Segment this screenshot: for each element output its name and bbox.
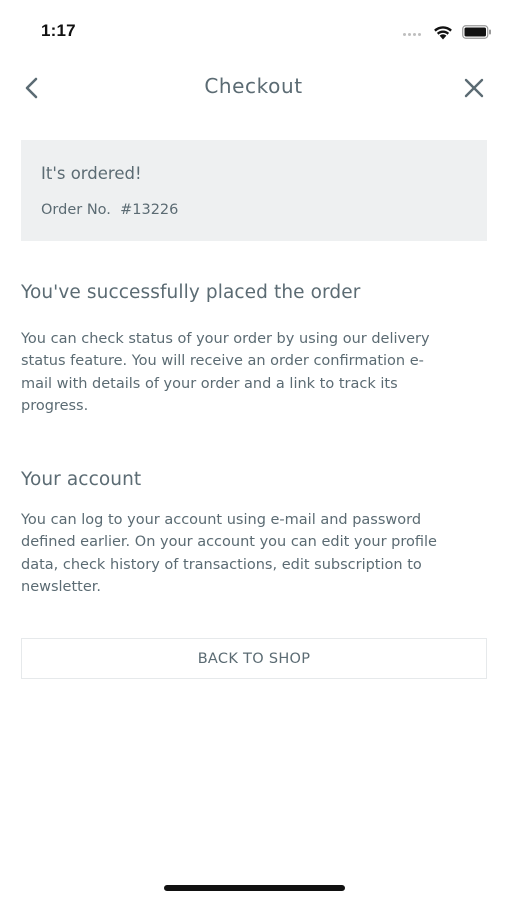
battery-icon xyxy=(462,25,491,39)
success-section-body: You can check status of your order by us… xyxy=(21,328,481,417)
success-section-title: You've successfully placed the order xyxy=(21,282,361,303)
account-body-line: data, check history of transactions, edi… xyxy=(21,556,422,573)
success-body-line: mail with details of your order and a li… xyxy=(21,375,398,392)
order-number-value: #13226 xyxy=(120,202,179,218)
status-bar: 1:17 xyxy=(0,0,507,54)
order-number-label: Order No. xyxy=(41,202,111,218)
account-body-line: newsletter. xyxy=(21,578,102,595)
cellular-signal-icon xyxy=(403,33,421,36)
wifi-icon xyxy=(434,26,452,40)
account-section-title: Your account xyxy=(21,469,142,490)
account-body-line: You can log to your account using e-mail… xyxy=(21,512,422,528)
order-confirmation-heading: It's ordered! xyxy=(41,164,142,183)
close-button[interactable] xyxy=(458,72,490,104)
account-section-body: You can log to your account using e-mail… xyxy=(21,509,481,598)
close-icon xyxy=(464,78,484,98)
nav-bar: Checkout xyxy=(0,60,507,116)
status-time: 1:17 xyxy=(41,21,76,40)
page-title: Checkout xyxy=(204,74,303,98)
success-body-line: status feature. You will receive an orde… xyxy=(21,353,424,370)
back-to-shop-button[interactable]: BACK TO SHOP xyxy=(21,638,487,679)
order-number-row: Order No. #13226 xyxy=(41,202,178,218)
success-body-line: You can check status of your order by us… xyxy=(21,331,430,347)
account-body-line: defined earlier. On your account you can… xyxy=(21,534,437,551)
success-body-line: progress. xyxy=(21,397,89,414)
home-indicator[interactable] xyxy=(164,885,345,891)
order-confirmation-card: It's ordered! Order No. #13226 xyxy=(21,140,487,241)
